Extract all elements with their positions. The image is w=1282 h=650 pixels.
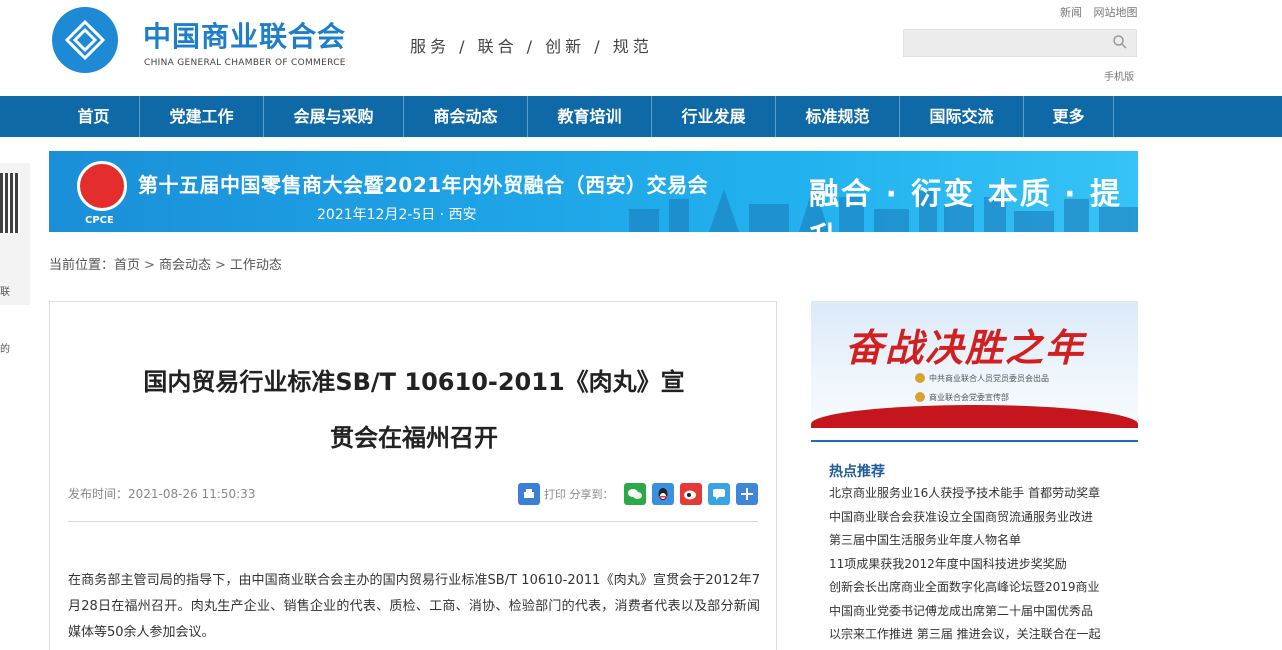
breadcrumb-label: 当前位置： (49, 258, 115, 273)
breadcrumb-separator: > (214, 258, 226, 273)
list-item[interactable]: 北京商业服务业16人获授予技术能手 首都劳动奖章 (829, 482, 1129, 506)
site-header: 中国商业联合会 CHINA GENERAL CHAMBER OF COMMERC… (0, 0, 1282, 96)
top-links: 新闻 网站地图 (1052, 4, 1138, 20)
list-item[interactable]: 创新会长出席商业全面数字化高峰论坛暨2019商业 (829, 576, 1129, 600)
list-item[interactable]: 以宗来工作推进 第三届 推进会议，关注联合在一起 (829, 623, 1129, 647)
hot-recommend-title: 热点推荐 (829, 464, 885, 480)
breadcrumb-home[interactable]: 首页 (114, 258, 140, 273)
search-input[interactable] (903, 29, 1137, 57)
banner-title: 第十五届中国零售商大会暨2021年内外贸融合（西安）交易会 (138, 173, 709, 197)
weibo-icon[interactable] (679, 483, 702, 505)
share-label: 打印 分享到： (544, 488, 614, 501)
cpce-logo-text: CPCE (85, 215, 114, 226)
article-title: 国内贸易行业标准SB/T 10610-2011《肉丸》宣 贯会在福州召开 (100, 354, 728, 466)
article-panel: 国内贸易行业标准SB/T 10610-2011《肉丸》宣 贯会在福州召开 发布时… (49, 301, 777, 650)
article-divider (68, 521, 758, 522)
party-emblem-icon (915, 392, 925, 402)
promo-org-1: 中共商业联合人员党员委员会出品 (929, 374, 1049, 383)
article-title-line2: 贯会在福州召开 (330, 424, 498, 452)
share-bar: 打印 分享到： (518, 483, 764, 505)
qr-label: 联 (0, 287, 10, 298)
nav-item-education[interactable]: 教育培训 (528, 96, 652, 137)
nav-item-news[interactable]: 商会动态 (404, 96, 528, 137)
search-icon[interactable] (1112, 34, 1128, 54)
promo-org-2: 商业联合会党委宣传部 (929, 393, 1009, 402)
main-nav: 首页 党建工作 会展与采购 商会动态 教育培训 行业发展 标准规范 国际交流 更… (0, 96, 1282, 137)
top-link-news[interactable]: 新闻 (1060, 6, 1082, 19)
print-icon[interactable] (518, 483, 540, 505)
party-emblem-icon (915, 373, 925, 383)
breadcrumb-work-news[interactable]: 工作动态 (230, 258, 282, 273)
nav-item-more[interactable]: 更多 (1024, 96, 1114, 137)
nav-item-expo[interactable]: 会展与采购 (264, 96, 404, 137)
breadcrumb-news[interactable]: 商会动态 (159, 258, 211, 273)
article-title-line1: 国内贸易行业标准SB/T 10610-2011《肉丸》宣 (143, 368, 685, 396)
article-body: 在商务部主管司局的指导下，由中国商业联合会主办的国内贸易行业标准SB/T 106… (68, 573, 760, 640)
nav-item-home[interactable]: 首页 (48, 96, 140, 137)
org-logo[interactable] (52, 7, 118, 73)
hot-recommend-list: 北京商业服务业16人获授予技术能手 首都劳动奖章 中国商业联合会获准设立全国商贸… (829, 482, 1129, 647)
nav-item-standards[interactable]: 标准规范 (776, 96, 900, 137)
qr-code (0, 173, 20, 233)
cpce-logo (77, 161, 127, 211)
org-name[interactable]: 中国商业联合会 (143, 15, 346, 55)
qq-icon[interactable] (651, 483, 674, 505)
sidebar-divider (811, 440, 1138, 442)
nav-item-industry[interactable]: 行业发展 (652, 96, 776, 137)
mobile-version-link[interactable]: 手机版 (1104, 68, 1134, 83)
left-edge-text: 的 (0, 344, 10, 355)
promo-title: 奋战决胜之年 (845, 326, 1086, 370)
article-publish-time: 发布时间：2021-08-26 11:50:33 (68, 487, 256, 501)
list-item[interactable]: 第三届中国生活服务业年度人物名单 (829, 529, 1129, 553)
banner-slogan: 融合 · 衍变 本质 · 提升 (809, 177, 1123, 232)
top-link-sitemap[interactable]: 网站地图 (1094, 6, 1138, 19)
event-banner[interactable]: CPCE 第十五届中国零售商大会暨2021年内外贸融合（西安）交易会 2021年… (49, 151, 1138, 232)
list-item[interactable]: 中国商业党委书记傅龙成出席第二十届中国优秀品 (829, 600, 1129, 624)
sidebar-promo-banner[interactable]: 奋战决胜之年 中共商业联合人员党员委员会出品 商业联合会党委宣传部 (811, 301, 1138, 428)
list-item[interactable]: 中国商业联合会获准设立全国商贸流通服务业改进 (829, 506, 1129, 530)
list-item[interactable]: 11项成果获我2012年度中国科技进步奖奖励 (829, 553, 1129, 577)
nav-item-party[interactable]: 党建工作 (140, 96, 264, 137)
org-name-en: CHINA GENERAL CHAMBER OF COMMERCE (144, 58, 346, 68)
breadcrumb-separator: > (144, 258, 155, 273)
header-slogan: 服务 / 联合 / 创新 / 规范 (410, 37, 653, 56)
comment-icon[interactable] (707, 483, 730, 505)
logo-emblem-icon (64, 19, 106, 61)
floating-qr-panel[interactable]: 联 (0, 163, 30, 305)
breadcrumb: 当前位置：首页 > 商会动态 > 工作动态 (49, 254, 282, 273)
wechat-icon[interactable] (623, 483, 646, 505)
banner-date: 2021年12月2-5日 · 西安 (317, 207, 477, 223)
more-share-icon[interactable] (735, 483, 758, 505)
nav-item-international[interactable]: 国际交流 (900, 96, 1024, 137)
red-wave-decoration (811, 405, 1138, 428)
